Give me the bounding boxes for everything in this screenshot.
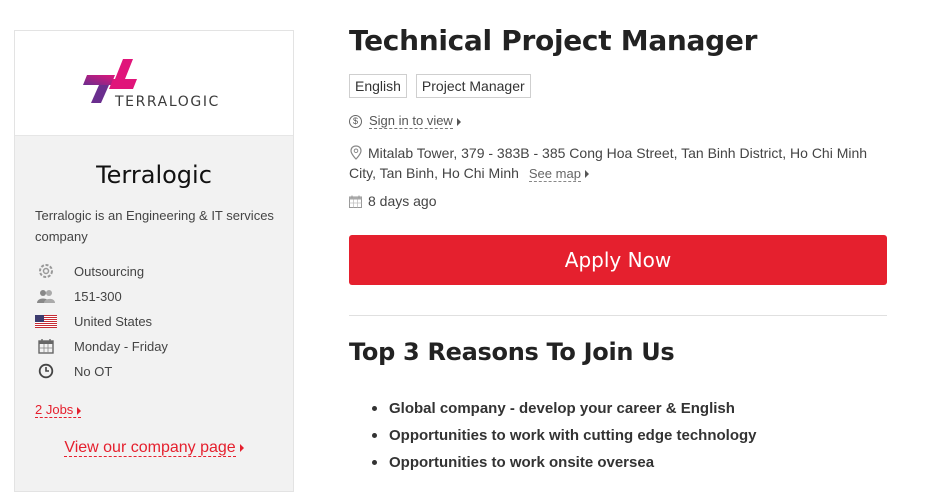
address-text: Mitalab Tower, 379 - 383B - 385 Cong Hoa… xyxy=(349,145,868,181)
job-address: Mitalab Tower, 379 - 383B - 385 Cong Hoa… xyxy=(349,143,879,183)
company-logo[interactable]: TERRALOGIC xyxy=(15,31,293,136)
posted-date: 8 days ago xyxy=(349,193,437,209)
info-row-country: United States xyxy=(35,312,152,330)
info-row-workdays: Monday - Friday xyxy=(35,337,168,355)
info-text: Outsourcing xyxy=(74,263,145,279)
company-name: Terralogic xyxy=(96,161,212,189)
reasons-title: Top 3 Reasons To Join Us xyxy=(349,338,675,366)
gear-icon xyxy=(35,263,57,279)
salary-row: $ Sign in to view xyxy=(349,114,461,129)
job-title: Technical Project Manager xyxy=(349,24,758,57)
us-flag-icon xyxy=(35,313,57,329)
people-icon xyxy=(35,288,57,304)
list-item: Opportunities to work onsite oversea xyxy=(372,449,757,476)
caret-right-icon xyxy=(456,117,461,126)
sign-in-to-view-link[interactable]: Sign in to view xyxy=(369,114,453,129)
info-row-type: Outsourcing xyxy=(35,262,144,280)
list-item: Opportunities to work with cutting edge … xyxy=(372,422,757,449)
job-tags: English Project Manager xyxy=(349,74,531,98)
view-company-page-link[interactable]: View our company page xyxy=(15,439,293,457)
info-text: Monday - Friday xyxy=(74,338,168,354)
info-row-size: 151-300 xyxy=(35,287,122,305)
tag-project-manager[interactable]: Project Manager xyxy=(415,74,531,98)
dollar-icon: $ xyxy=(349,115,362,128)
tag-english[interactable]: English xyxy=(349,74,407,98)
info-text: No OT xyxy=(74,363,113,379)
caret-right-icon xyxy=(584,170,589,179)
info-text: United States xyxy=(74,313,153,329)
posted-text: 8 days ago xyxy=(368,193,437,209)
company-description: Terralogic is an Engineering & IT servic… xyxy=(35,208,274,244)
clock-icon xyxy=(35,363,57,379)
company-card: TERRALOGIC Terralogic Terralogic is an E… xyxy=(14,30,294,492)
caret-right-icon xyxy=(77,406,82,415)
calendar-icon xyxy=(349,195,362,208)
company-jobs-link[interactable]: 2 Jobs xyxy=(35,402,82,418)
logo-wordmark: TERRALOGIC xyxy=(115,94,220,110)
section-divider xyxy=(349,315,887,316)
caret-right-icon xyxy=(239,443,244,452)
view-company-label: View our company page xyxy=(64,439,236,457)
list-item: Global company - develop your career & E… xyxy=(372,395,757,422)
info-text: 151-300 xyxy=(74,288,122,304)
reasons-list: Global company - develop your career & E… xyxy=(372,395,757,476)
jobs-link-label: 2 Jobs xyxy=(35,402,74,417)
info-row-overtime: No OT xyxy=(35,362,112,380)
apply-now-button[interactable]: Apply Now xyxy=(349,235,887,285)
see-map-link[interactable]: See map xyxy=(528,166,581,182)
calendar-icon xyxy=(35,338,57,354)
map-pin-icon xyxy=(350,145,362,160)
